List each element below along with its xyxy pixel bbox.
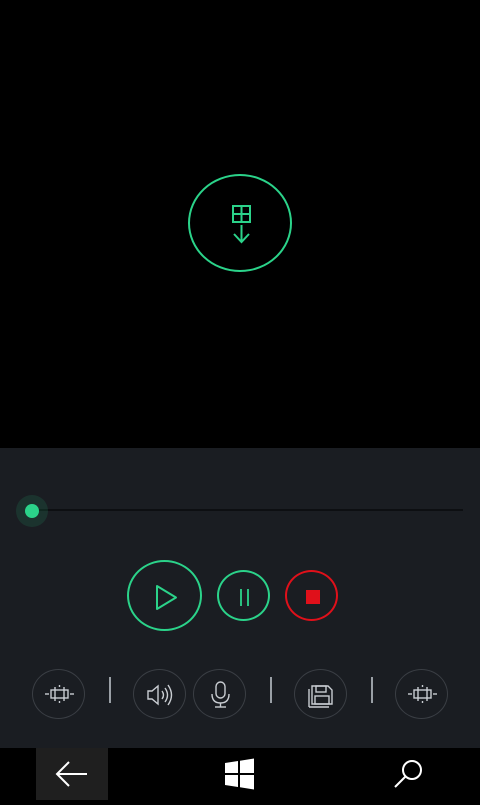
seek-track[interactable] xyxy=(32,509,463,511)
back-arrow-icon xyxy=(55,761,87,787)
stop-button[interactable] xyxy=(285,570,338,621)
save-icon xyxy=(308,685,333,708)
system-nav-bar xyxy=(0,748,480,800)
trim-end-button[interactable] xyxy=(395,669,448,719)
preview-area xyxy=(0,0,480,448)
trim-start-button[interactable] xyxy=(32,669,85,719)
trim-icon xyxy=(408,685,437,703)
volume-icon xyxy=(147,684,173,706)
pause-icon xyxy=(240,589,249,606)
microphone-button[interactable] xyxy=(193,669,246,719)
trim-icon xyxy=(45,685,74,703)
pause-button[interactable] xyxy=(217,570,270,621)
volume-button[interactable] xyxy=(133,669,186,719)
save-button[interactable] xyxy=(294,669,347,719)
import-to-device-icon xyxy=(232,205,251,244)
toolbar-separator xyxy=(371,677,373,703)
nav-back-button[interactable] xyxy=(36,748,108,800)
toolbar-separator xyxy=(109,677,111,703)
nav-start-button[interactable] xyxy=(215,748,265,800)
windows-logo-icon xyxy=(225,758,254,790)
play-button[interactable] xyxy=(127,560,202,631)
microphone-icon xyxy=(211,681,230,708)
search-icon xyxy=(394,760,422,788)
play-icon xyxy=(156,585,177,610)
seek-thumb[interactable] xyxy=(25,504,39,518)
nav-search-button[interactable] xyxy=(384,748,436,800)
stop-icon xyxy=(306,590,320,604)
import-button[interactable] xyxy=(188,174,292,272)
toolbar-separator xyxy=(270,677,272,703)
